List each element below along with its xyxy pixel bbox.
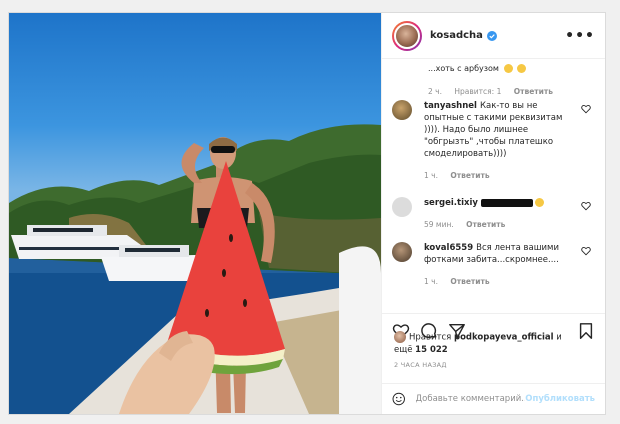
- likes-prefix: Нравится: [409, 332, 452, 343]
- reply-button[interactable]: Ответить: [450, 277, 489, 286]
- publish-button[interactable]: Опубликовать: [525, 394, 595, 404]
- verified-icon: [486, 30, 497, 41]
- truncated-comment-text: ...хоть с арбузом: [428, 64, 527, 73]
- comment-username[interactable]: koval6559: [424, 243, 473, 253]
- emoji-icon: [517, 64, 527, 73]
- likes-count[interactable]: 15 022: [415, 345, 448, 355]
- likes-and: и: [556, 332, 562, 343]
- comment-time: 59 мин.: [424, 220, 454, 229]
- reply-button[interactable]: Ответить: [450, 171, 489, 180]
- reply-button[interactable]: Ответить: [466, 220, 505, 229]
- more-icon[interactable]: •••: [565, 28, 595, 44]
- redacted-text: [480, 198, 533, 207]
- post-time-ago: 2 ЧАСА НАЗАД: [394, 361, 447, 369]
- comment-input[interactable]: [415, 394, 526, 404]
- comment-time: 1 ч.: [424, 277, 438, 286]
- comment-username[interactable]: tanyashnel: [424, 101, 477, 111]
- instagram-post-frame: kosadcha ••• ...хоть с арбузом 2 ч. Нрав…: [8, 12, 606, 415]
- photo-scene: [9, 124, 381, 414]
- comment-username[interactable]: sergei.tixiy: [424, 198, 478, 208]
- reply-button[interactable]: Ответить: [514, 87, 553, 96]
- commenter-avatar[interactable]: [392, 242, 412, 262]
- likes-more-prefix: ещё: [394, 344, 413, 355]
- liker-avatar: [394, 331, 406, 343]
- emoji-icon: [534, 198, 544, 207]
- author-username[interactable]: kosadcha: [430, 30, 483, 41]
- heart-icon[interactable]: [581, 246, 591, 256]
- post-header: kosadcha •••: [382, 13, 605, 59]
- add-comment-bar: Опубликовать: [382, 383, 605, 414]
- heart-icon[interactable]: [581, 104, 591, 114]
- comment-item: tanyashnel Как-то вы не опытные с такими …: [392, 100, 597, 182]
- comment-item: koval6559 Вся лента вашими фотками забита…: [392, 242, 597, 288]
- commenter-avatar[interactable]: [392, 197, 412, 217]
- comment-meta: 1 ч. Ответить: [424, 276, 574, 288]
- comment-time: 1 ч.: [424, 171, 438, 180]
- post-photo[interactable]: [9, 13, 381, 414]
- comment-meta: 1 ч. Ответить: [424, 170, 574, 182]
- comment-meta: 59 мин. Ответить: [424, 219, 574, 231]
- emoji-icon: [503, 64, 513, 73]
- commenter-avatar[interactable]: [392, 100, 412, 120]
- likes-summary: Нравится podkopayeva_official и ещё 15 0…: [394, 331, 584, 356]
- comment-time: 2 ч.: [428, 87, 442, 96]
- author-avatar[interactable]: [392, 20, 422, 51]
- comment-likes[interactable]: Нравится: 1: [454, 87, 501, 96]
- comment-item: sergei.tixiy 59 мин. Ответить: [392, 197, 597, 231]
- smile-icon[interactable]: [392, 391, 406, 407]
- post-side-panel: kosadcha ••• ...хоть с арбузом 2 ч. Нрав…: [381, 13, 605, 414]
- comment-meta: 2 ч. Нравится: 1 Ответить: [428, 87, 563, 96]
- liker-username[interactable]: podkopayeva_official: [454, 333, 554, 343]
- comments-list[interactable]: ...хоть с арбузом 2 ч. Нравится: 1 Ответ…: [382, 60, 605, 314]
- heart-icon[interactable]: [581, 201, 591, 211]
